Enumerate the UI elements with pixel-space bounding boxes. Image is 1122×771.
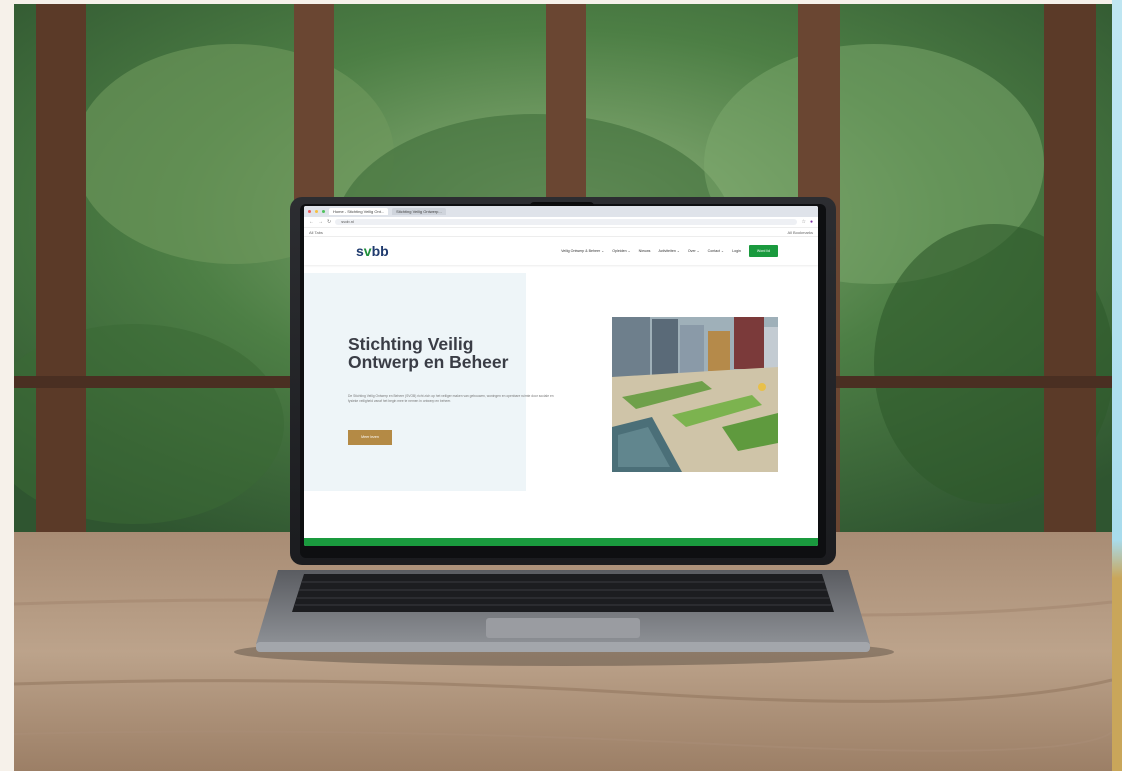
decorative-edge — [1112, 0, 1122, 771]
maximize-window-icon[interactable] — [322, 210, 325, 213]
bookmark-all-bookmarks[interactable]: All Bookmarks — [787, 230, 813, 235]
close-window-icon[interactable] — [308, 210, 311, 213]
browser-tab-bar: Home - Stichting Veilig Ont... Stichting… — [304, 206, 818, 217]
back-icon[interactable]: ← — [309, 217, 314, 227]
hero-section: Stichting Veilig Ontwerp en Beheer De St… — [304, 273, 818, 546]
site-header: svbb Veilig Ontwerp & Beheer ⌄ Opleiden … — [304, 237, 818, 265]
nav-item[interactable]: Over ⌄ — [688, 249, 700, 253]
join-button[interactable]: Word lid — [748, 245, 778, 257]
minimize-window-icon[interactable] — [315, 210, 318, 213]
footer-accent-bar — [304, 538, 818, 546]
svob-logo[interactable]: svbb — [356, 243, 389, 259]
bookmarks-bar: All Tabs All Bookmarks — [304, 228, 818, 237]
main-menu: Veilig Ontwerp & Beheer ⌄ Opleiden ⌄ Nie… — [561, 245, 778, 257]
nav-item[interactable]: Opleiden ⌄ — [612, 249, 630, 253]
url-input[interactable]: svob.nl — [335, 219, 798, 225]
bookmark-all-tabs[interactable]: All Tabs — [309, 230, 323, 235]
reload-icon[interactable]: ↻ — [327, 217, 331, 227]
nav-item[interactable]: Veilig Ontwerp & Beheer ⌄ — [561, 249, 604, 253]
hero-title: Stichting Veilig Ontwerp en Beheer — [348, 334, 509, 372]
browser-tab[interactable]: Stichting Veilig Ontwerp... — [392, 208, 446, 215]
nav-item[interactable]: Contact ⌄ — [708, 249, 724, 253]
city-square-image — [612, 317, 778, 472]
hero-text: De Stichting Veilig Ontwerp en Beheer (S… — [348, 394, 554, 403]
hero-panel — [304, 273, 526, 491]
profile-icon[interactable]: ● — [810, 217, 813, 227]
star-icon[interactable]: ☆ — [801, 217, 805, 227]
read-more-button[interactable]: Meer lezen — [348, 430, 392, 445]
nav-item[interactable]: Activiteiten ⌄ — [658, 249, 679, 253]
laptop-screen: Home - Stichting Veilig Ont... Stichting… — [304, 206, 818, 546]
nav-item[interactable]: Nieuws — [639, 249, 651, 253]
nav-item[interactable]: Login — [732, 249, 741, 253]
forward-icon[interactable]: → — [318, 217, 323, 227]
browser-tab-active[interactable]: Home - Stichting Veilig Ont... — [329, 208, 389, 215]
address-bar: ← → ↻ svob.nl ☆ ● — [304, 217, 818, 228]
